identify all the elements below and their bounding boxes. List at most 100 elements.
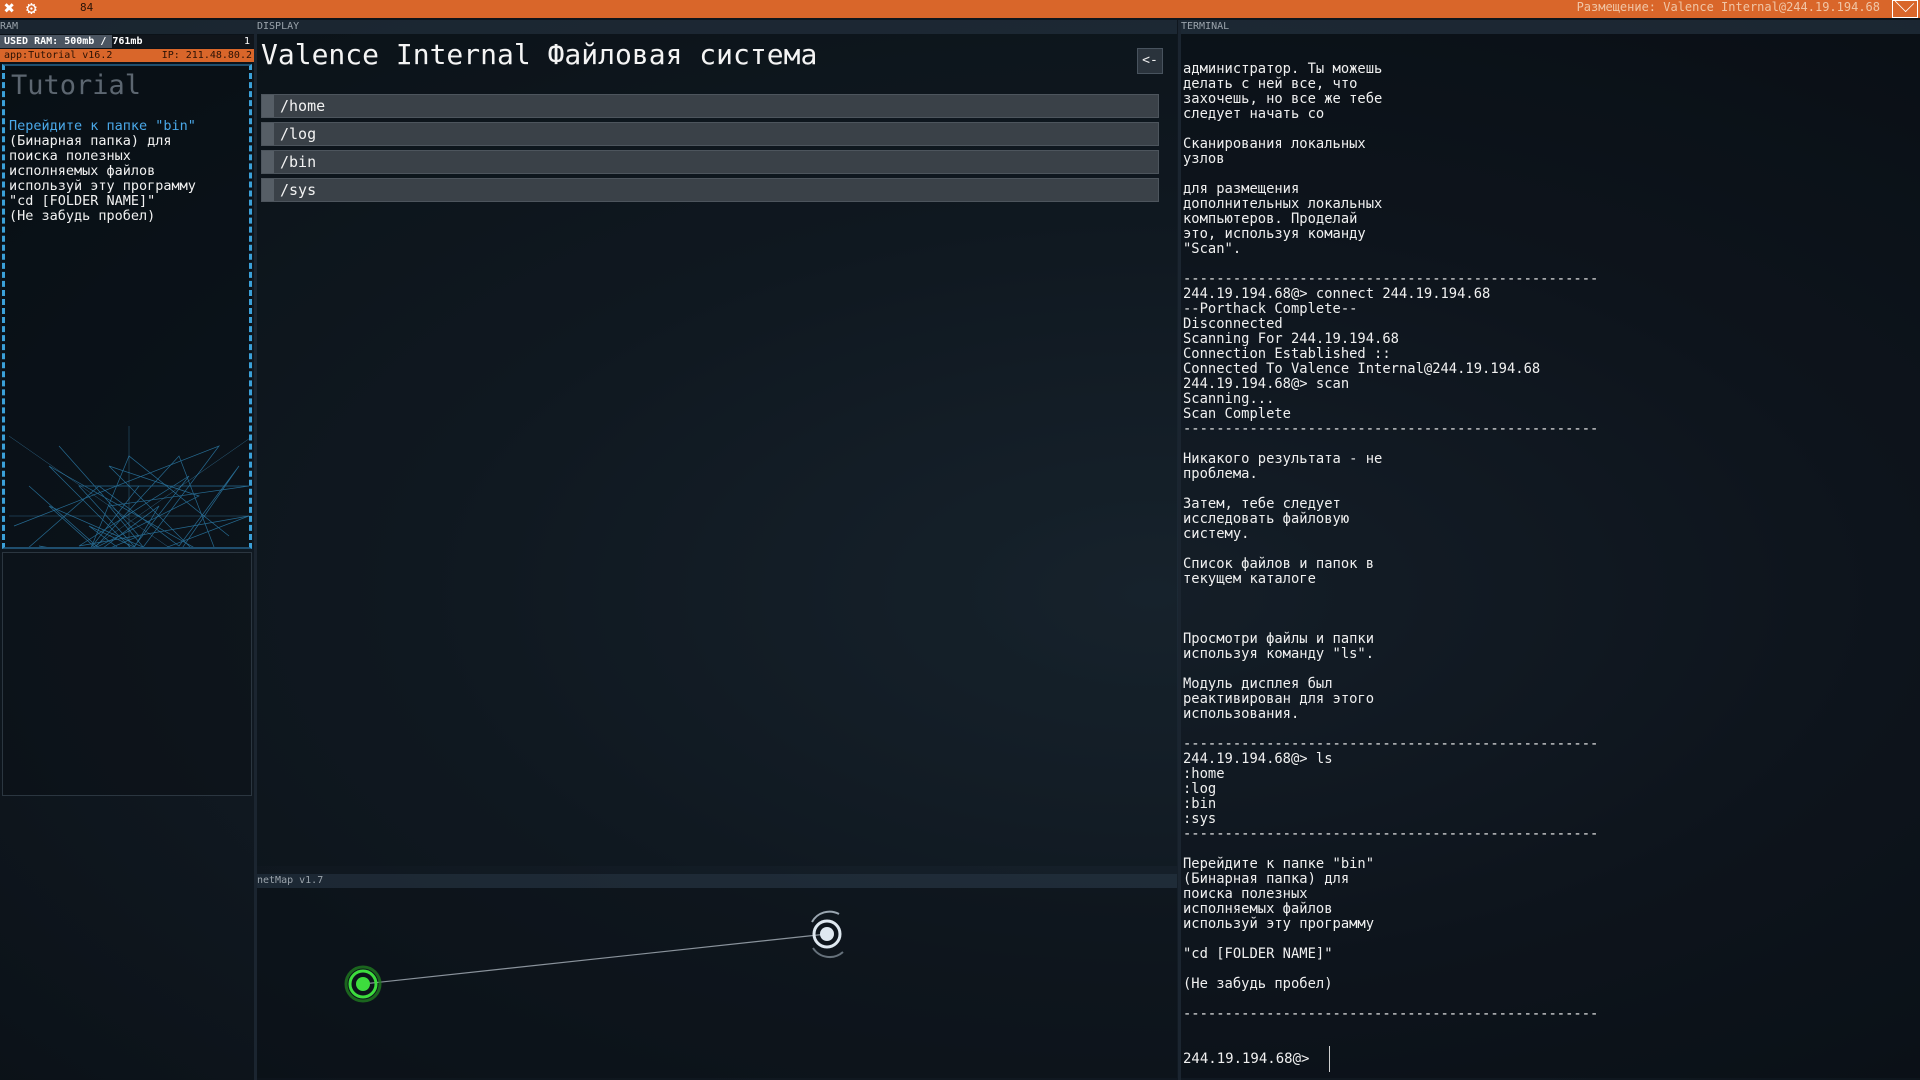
terminal-line: текущем каталоге	[1183, 571, 1316, 587]
display-title: Valence Internal Файловая система	[261, 38, 818, 71]
terminal-line: "Scan".	[1183, 241, 1242, 257]
left-lower-panel	[2, 552, 252, 796]
ram-usage-bar: USED RAM: 500mb / 761mb 1	[0, 35, 254, 48]
terminal-line: используя команду "ls".	[1183, 646, 1375, 662]
tutorial-title: Tutorial	[11, 70, 142, 101]
terminal-line: Scanning...	[1183, 391, 1275, 407]
folder-item-bin[interactable]: /bin	[261, 150, 1159, 174]
home-node[interactable]	[344, 965, 382, 1003]
folder-marker	[262, 95, 274, 117]
tutorial-network-art	[9, 426, 249, 547]
terminal-line: :bin	[1183, 796, 1217, 812]
terminal-line: 244.19.194.68@> scan	[1183, 376, 1350, 392]
terminal-line: ----------------------------------------…	[1183, 421, 1599, 437]
terminal-line: дополнительных локальных	[1183, 196, 1383, 212]
terminal-line: ----------------------------------------…	[1183, 1006, 1599, 1022]
terminal-line: Scan Complete	[1183, 406, 1291, 422]
folder-item-log[interactable]: /log	[261, 122, 1159, 146]
terminal-line: Connected To Valence Internal@244.19.194…	[1183, 361, 1541, 377]
settings-icon[interactable]: ⚙	[26, 0, 37, 18]
valence-internal-node[interactable]	[811, 910, 844, 959]
terminal-line: Затем, тебе следует	[1183, 496, 1341, 512]
terminal-line: используй эту программу	[1183, 916, 1375, 932]
terminal-line: Disconnected	[1183, 316, 1283, 332]
top-bar: ✖ ⚙ 84 Размещение: Valence Internal@244.…	[0, 0, 1920, 18]
terminal-line: исполняемых файлов	[1183, 901, 1333, 917]
app-ip: IP: 211.48.80.2	[161, 50, 252, 61]
folder-marker	[262, 179, 274, 201]
terminal-line: "cd [FOLDER NAME]"	[1183, 946, 1333, 962]
tutorial-line: (Бинарная папка) для	[9, 133, 172, 149]
terminal-line: систему.	[1183, 526, 1250, 542]
terminal-line: Список файлов и папок в	[1183, 556, 1375, 572]
terminal-line: использования.	[1183, 706, 1300, 722]
tutorial-line: поиска полезных	[9, 148, 131, 164]
terminal-line: поиска полезных	[1183, 886, 1308, 902]
terminal-line: исследовать файловую	[1183, 511, 1350, 527]
terminal-line: ----------------------------------------…	[1183, 736, 1599, 752]
terminal-line: 244.19.194.68@> ls	[1183, 751, 1333, 767]
tutorial-line: Перейдите к папке "bin"	[9, 118, 196, 134]
mail-icon[interactable]	[1892, 0, 1918, 18]
terminal-output: администратор. Ты можешь делать с ней все…	[1183, 62, 1598, 1022]
terminal-line: ----------------------------------------…	[1183, 271, 1599, 287]
terminal-line: Никакого результата - не	[1183, 451, 1383, 467]
tutorial-line: используй эту программу	[9, 178, 196, 194]
terminal-line: узлов	[1183, 151, 1225, 167]
close-icon[interactable]: ✖	[4, 0, 15, 18]
folder-item-home[interactable]: /home	[261, 94, 1159, 118]
ram-panel-label: RAM	[0, 20, 254, 34]
terminal-line: Просмотри файлы и папки	[1183, 631, 1375, 647]
terminal-cursor	[1329, 1046, 1330, 1072]
terminal-line: следует начать со	[1183, 106, 1325, 122]
ram-usage-text: USED RAM: 500mb / 761mb	[4, 36, 143, 47]
app-name: app:Tutorial v16.2	[4, 50, 113, 61]
netmap-panel-label: netMap v1.7	[257, 874, 1177, 888]
terminal-line: компьютеров. Проделай	[1183, 211, 1358, 227]
netmap-link	[362, 933, 828, 985]
folder-name: /bin	[280, 153, 317, 171]
location-text: Размещение: Valence Internal@244.19.194.…	[1576, 0, 1880, 14]
back-button[interactable]: <-	[1137, 48, 1163, 74]
terminal-line: Сканирования локальных	[1183, 136, 1366, 152]
app-process-bar[interactable]: app:Tutorial v16.2 IP: 211.48.80.2	[0, 49, 254, 62]
folder-marker	[262, 151, 274, 173]
terminal-line: Scanning For 244.19.194.68	[1183, 331, 1399, 347]
display-panel-label: DISPLAY	[257, 20, 1177, 34]
terminal-line: (Не забудь пробел)	[1183, 976, 1333, 992]
terminal-line: реактивирован для этого	[1183, 691, 1375, 707]
folder-name: /home	[280, 97, 326, 115]
folder-name: /log	[280, 125, 317, 143]
terminal-panel-label: TERMINAL	[1181, 20, 1920, 34]
tutorial-panel: Tutorial Перейдите к папке "bin" (Бинарн…	[2, 64, 252, 549]
terminal-line: администратор. Ты можешь	[1183, 61, 1383, 77]
terminal-line: Connection Established ::	[1183, 346, 1391, 362]
tutorial-line: исполняемых файлов	[9, 163, 156, 179]
ram-process-count: 1	[243, 36, 250, 47]
folder-marker	[262, 123, 274, 145]
terminal-panel[interactable]: администратор. Ты можешь делать с ней все…	[1181, 34, 1920, 1078]
tutorial-line: "cd [FOLDER NAME]"	[9, 193, 156, 209]
tutorial-line: (Не забудь пробел)	[9, 208, 156, 224]
terminal-prompt[interactable]: 244.19.194.68@>	[1183, 1051, 1309, 1067]
terminal-line: :sys	[1183, 811, 1217, 827]
terminal-line: ----------------------------------------…	[1183, 826, 1599, 842]
folder-item-sys[interactable]: /sys	[261, 178, 1159, 202]
display-panel: Valence Internal Файловая система <- /ho…	[257, 34, 1177, 866]
netmap-panel	[257, 888, 1177, 1078]
terminal-line: делать с ней все, что	[1183, 76, 1358, 92]
terminal-line: --Porthack Complete--	[1183, 301, 1358, 317]
